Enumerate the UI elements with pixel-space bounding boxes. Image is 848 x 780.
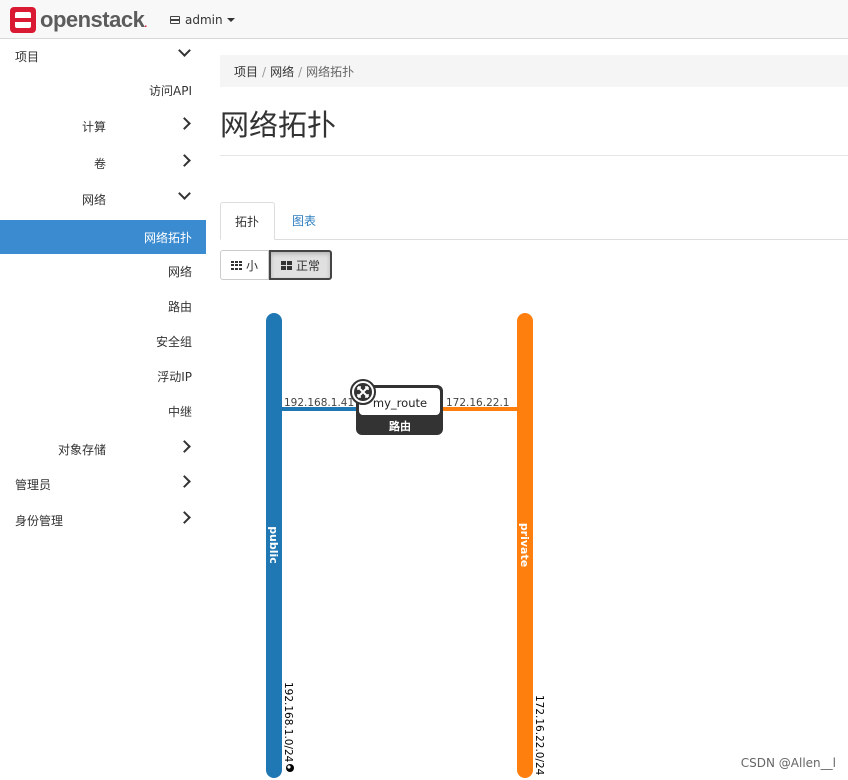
sidebar-item-label: 访问API <box>149 84 192 98</box>
small-grid-icon <box>231 260 242 270</box>
breadcrumb-separator: / <box>262 65 267 79</box>
sidebar-item[interactable]: 安全组 <box>0 324 206 358</box>
sidebar-item[interactable]: 路由 <box>0 289 206 323</box>
normal-view-button[interactable]: 正常 <box>269 250 333 280</box>
large-grid-icon <box>281 260 293 270</box>
network-private-cidr: 172.16.22.0/24 <box>533 695 545 776</box>
sidebar-item-label: 网络拓扑 <box>143 231 192 245</box>
router-public-ip: 192.168.1.41 <box>284 397 354 409</box>
sidebar-item-label: 管理员 <box>15 478 52 492</box>
sidebar-item-label: 路由 <box>167 300 192 314</box>
brand-name: openstack <box>40 7 145 32</box>
title-divider <box>220 155 848 156</box>
sidebar-item-label: 项目 <box>15 50 40 64</box>
normal-view-label: 正常 <box>296 258 321 273</box>
project-name: admin <box>185 13 223 27</box>
sidebar-item[interactable]: 计算 <box>0 109 206 143</box>
project-dropdown[interactable]: admin <box>170 11 235 29</box>
sidebar-item-label: 中继 <box>167 405 192 419</box>
network-private-label: private <box>518 523 531 567</box>
watermark: CSDN @Allen__l <box>740 756 836 770</box>
sidebar-item[interactable]: 管理员 <box>0 467 206 501</box>
sidebar-item[interactable]: 卷 <box>0 146 206 180</box>
sidebar-item[interactable]: 浮动IP <box>0 359 206 393</box>
network-public-label: public <box>267 526 280 564</box>
breadcrumb-separator: / <box>298 65 303 79</box>
tab-topology[interactable]: 拓扑 <box>220 202 275 240</box>
chevron-right-icon <box>178 475 191 488</box>
view-size-toggle: 小 正常 <box>220 250 333 280</box>
chevron-right-icon <box>178 511 191 524</box>
page-title: 网络拓扑 <box>220 108 337 142</box>
project-icon <box>170 16 180 24</box>
chevron-right-icon <box>178 117 191 130</box>
router-private-ip: 172.16.22.1 <box>446 397 509 409</box>
caret-down-icon <box>226 18 235 22</box>
breadcrumb-current: 网络拓扑 <box>306 65 355 79</box>
sidebar-item-label: 网络 <box>167 265 192 279</box>
chevron-down-icon <box>178 187 191 200</box>
small-view-label: 小 <box>246 258 259 273</box>
sidebar-item-label: 浮动IP <box>157 370 192 384</box>
router-icon <box>350 379 376 405</box>
router-node[interactable]: my_route 路由 <box>350 379 443 435</box>
sidebar-item-label: 身份管理 <box>15 514 64 528</box>
sidebar-item[interactable]: 网络拓扑 <box>0 220 206 254</box>
chevron-right-icon <box>178 154 191 167</box>
breadcrumb-network[interactable]: 网络 <box>270 65 294 79</box>
top-navbar: openstack. admin <box>0 0 848 39</box>
network-public-cidr: 192.168.1.0/24 <box>282 682 294 763</box>
breadcrumb: 项目 / 网络 / 网络拓扑 <box>220 55 848 87</box>
sidebar-item-label: 安全组 <box>155 335 192 349</box>
breadcrumb-project[interactable]: 项目 <box>234 65 258 79</box>
chevron-down-icon <box>178 44 191 57</box>
openstack-logo[interactable]: openstack. <box>10 7 147 33</box>
topology-svg: public 192.168.1.0/24 private 172.16.22.… <box>266 313 545 778</box>
sidebar-item[interactable]: 网络 <box>0 254 206 288</box>
sidebar-item[interactable]: 访问API <box>0 73 206 107</box>
chevron-right-icon <box>178 440 191 453</box>
sidebar-item-label: 网络 <box>81 193 106 207</box>
sidebar-item-label: 对象存储 <box>57 443 106 457</box>
sidebar-item[interactable]: 项目 <box>0 39 206 73</box>
sidebar-item-label: 计算 <box>81 120 106 134</box>
sidebar-nav: 项目 访问API 计算卷网络 网络拓扑 网络 路由 安全组 浮动IP 中继 对象存储 管理员 身份管理 <box>0 39 206 780</box>
view-tabs: 拓扑 图表 <box>220 202 848 240</box>
router-name: my_route <box>373 396 427 410</box>
sidebar-item[interactable]: 身份管理 <box>0 503 206 537</box>
router-type-label: 路由 <box>389 419 411 433</box>
tab-graph[interactable]: 图表 <box>278 202 330 240</box>
topology-canvas: public 192.168.1.0/24 private 172.16.22.… <box>220 290 848 780</box>
small-view-button[interactable]: 小 <box>220 250 270 280</box>
sidebar-item[interactable]: 对象存储 <box>0 432 206 466</box>
sidebar-item[interactable]: 网络 <box>0 182 206 216</box>
brand-mark: . <box>144 19 147 30</box>
sidebar-item[interactable]: 中继 <box>0 394 206 428</box>
openstack-logo-icon <box>10 7 36 33</box>
sidebar-item-label: 卷 <box>93 157 106 171</box>
globe-icon <box>286 764 294 772</box>
